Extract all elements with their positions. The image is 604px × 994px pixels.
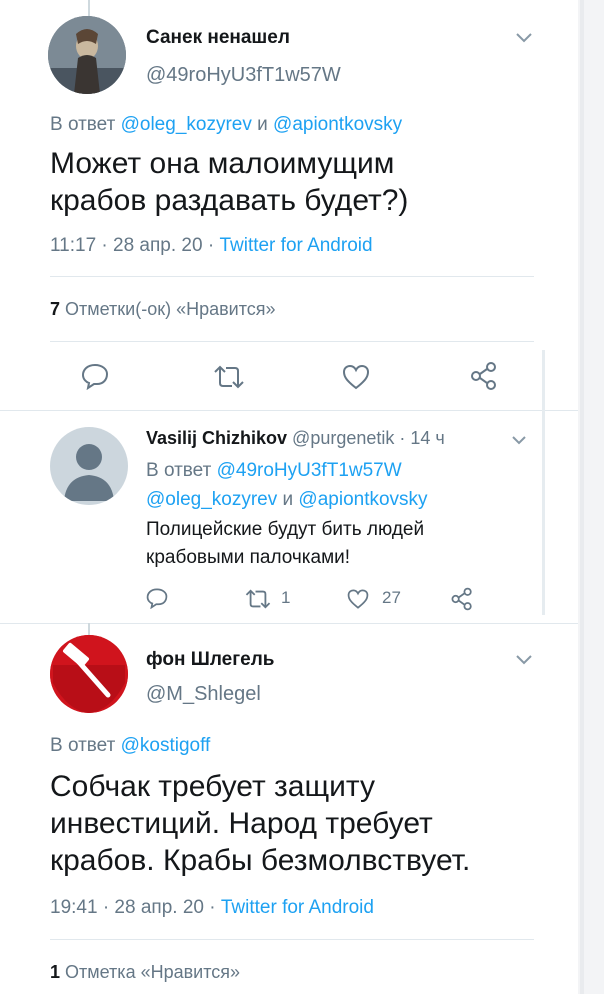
divider (0, 410, 578, 411)
reply-to-line: В ответ @oleg_kozyrev и @apiontkovsky (50, 114, 402, 136)
tweet-text-line: Собчак требует защиту (50, 770, 375, 803)
author-name[interactable]: Санек ненашел (146, 27, 290, 49)
divider (50, 276, 534, 277)
divider (0, 623, 578, 624)
reply-handle-time[interactable]: @purgenetik · 14 ч (287, 428, 445, 448)
likes-summary[interactable]: 7 Отметки(-ок) «Нравится» (50, 299, 276, 320)
thread-line-top (88, 0, 90, 16)
tweet-text: Может она малоимущим крабов раздавать бу… (50, 145, 408, 219)
likes-count: 1 (50, 962, 61, 982)
reply-icon[interactable] (80, 362, 110, 390)
tweet-timestamp[interactable]: 11:17 · 28 апр. 20 · (50, 235, 219, 256)
reply-text: Полицейские будут бить людей крабовыми п… (146, 516, 424, 572)
author-handle[interactable]: @49roHyU3fT1w57W (146, 64, 341, 87)
avatar-image (48, 16, 126, 94)
likes-label: Отметка «Нравится» (60, 962, 241, 982)
mention-link[interactable]: @49roHyU3fT1w57W (217, 460, 402, 481)
mention-link[interactable]: @kostigoff (121, 735, 211, 756)
likes-label: Отметки(-ок) «Нравится» (60, 299, 276, 319)
divider (50, 939, 534, 940)
likes-summary[interactable]: 1 Отметка «Нравится» (50, 962, 240, 983)
tweet-text: Собчак требует защиту инвестиций. Народ … (50, 768, 470, 879)
reply-header: Vasilij Chizhikov @purgenetik · 14 ч (146, 428, 445, 449)
hammer-icon (50, 635, 128, 713)
reply-author-name[interactable]: Vasilij Chizhikov (146, 428, 287, 448)
scrollbar-thumb[interactable] (580, 0, 584, 994)
mention-link[interactable]: @apiontkovsky (273, 114, 402, 135)
reply-and: и (251, 114, 274, 135)
tweet-client-link[interactable]: Twitter for Android (221, 897, 374, 918)
share-icon[interactable] (469, 361, 499, 391)
avatar-sanek[interactable] (48, 16, 126, 94)
tweet-text-line: крабов. Крабы безмолвствует. (50, 844, 471, 877)
share-icon[interactable] (450, 587, 474, 611)
divider (50, 341, 534, 342)
chevron-down-icon[interactable] (515, 32, 533, 44)
reply-icon[interactable] (145, 587, 169, 609)
retweet-count: 1 (281, 588, 291, 607)
retweet-icon[interactable] (212, 364, 246, 390)
tweet-meta: 11:17 · 28 апр. 20 · Twitter for Android (50, 235, 373, 257)
retweet-icon[interactable] (244, 588, 272, 610)
tweet-timestamp[interactable]: 19:41 · 28 апр. 20 · (50, 897, 221, 918)
reply-prefix: В ответ (50, 735, 121, 756)
chevron-down-icon[interactable] (515, 654, 533, 666)
mention-link[interactable]: @oleg_kozyrev (146, 489, 277, 510)
likes-count: 7 (50, 299, 61, 319)
author-name[interactable]: фон Шлегель (146, 649, 274, 671)
mention-link[interactable]: @oleg_kozyrev (121, 114, 252, 135)
avatar-default[interactable] (50, 427, 128, 505)
chevron-down-icon[interactable] (511, 435, 527, 446)
tweet-client-link[interactable]: Twitter for Android (219, 235, 372, 256)
reply-prefix: В ответ (146, 460, 217, 481)
reply-to-line: В ответ @kostigoff (50, 735, 210, 757)
mention-link[interactable]: @apiontkovsky (298, 489, 427, 510)
tweet-text-line: инвестиций. Народ требует (50, 807, 433, 840)
reply-to-line: В ответ @49roHyU3fT1w57W @oleg_kozyrev и… (146, 456, 428, 514)
avatar-shlegel[interactable] (50, 635, 128, 713)
reply-text-line: крабовыми палочками! (146, 547, 351, 568)
default-avatar-icon (64, 444, 114, 501)
like-icon[interactable] (346, 588, 370, 610)
like-count: 27 (382, 588, 401, 607)
tweet-text-line: крабов раздавать будет?) (50, 184, 409, 217)
tweet-meta: 19:41 · 28 апр. 20 · Twitter for Android (50, 897, 374, 919)
like-icon[interactable] (341, 363, 371, 391)
tweet-text-line: Может она малоимущим (50, 147, 395, 180)
thread-line-nested (542, 350, 545, 615)
reply-and: и (277, 489, 299, 510)
author-handle[interactable]: @M_Shlegel (146, 683, 261, 706)
reply-text-line: Полицейские будут бить людей (146, 519, 425, 540)
reply-prefix: В ответ (50, 114, 121, 135)
